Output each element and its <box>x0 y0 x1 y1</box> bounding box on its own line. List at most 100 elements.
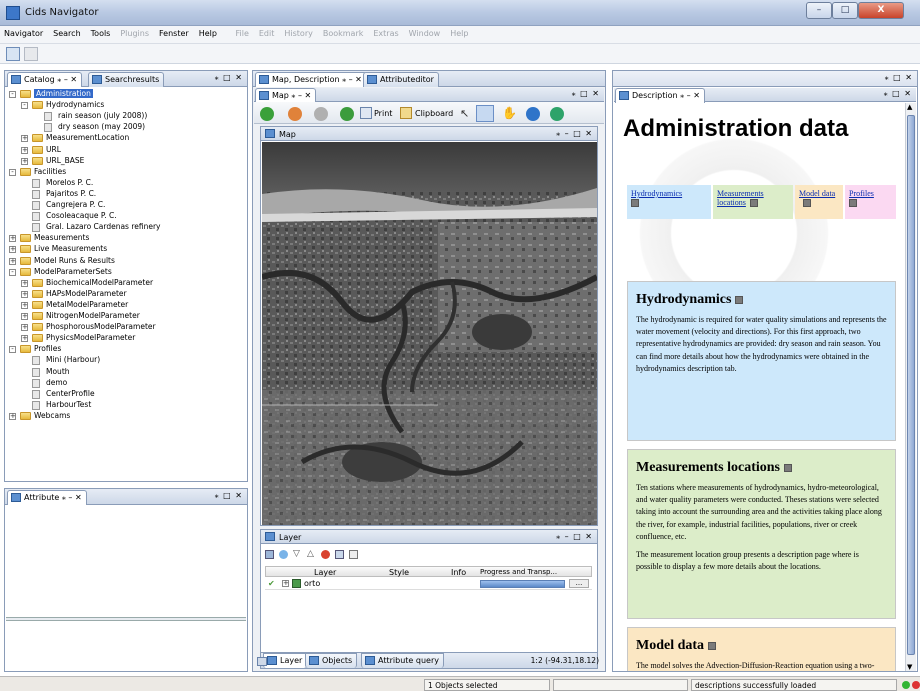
description-scrollbar[interactable]: ▲ ▼ <box>905 103 916 671</box>
layer-progress-bar[interactable] <box>480 580 565 588</box>
zoom-icon[interactable] <box>476 105 494 122</box>
tab-catalog[interactable]: Catalog ⁎ – ✕ <box>7 72 83 87</box>
refresh-icon[interactable] <box>340 107 354 121</box>
menu-help[interactable]: Help <box>194 26 222 38</box>
nav-profiles[interactable]: Profiles <box>845 185 896 219</box>
tab-layer[interactable]: Layer <box>263 653 308 668</box>
menu-edit: Edit <box>258 29 275 38</box>
menu-tools[interactable]: Tools <box>86 26 116 38</box>
col-progress[interactable]: Progress and Transp... <box>480 568 557 576</box>
menu-search[interactable]: Search <box>48 26 85 38</box>
object-icon <box>32 378 40 388</box>
tab-description[interactable]: Description ⁎ – ✕ <box>615 88 705 103</box>
expand-icon[interactable]: + <box>21 335 28 343</box>
description-tab-controls[interactable]: ⁎ □ ✕ <box>884 89 912 98</box>
attribute-splitter[interactable] <box>6 617 246 621</box>
nav-measurements-locations[interactable]: Measurements locations <box>713 185 793 219</box>
tab-objects[interactable]: Objects <box>305 653 358 668</box>
folder-icon <box>20 234 31 243</box>
layer-type-icon <box>292 579 301 588</box>
collapse-icon[interactable]: - <box>9 346 16 354</box>
tab-map[interactable]: Map ⁎ – ✕ <box>255 88 317 103</box>
remove-layer-icon[interactable] <box>321 550 330 559</box>
close-button[interactable]: X <box>858 2 904 19</box>
add-layer-icon[interactable] <box>265 550 274 559</box>
search-tool-icon[interactable] <box>24 47 38 61</box>
panel-controls[interactable]: ⁎ □ ✕ <box>215 73 243 82</box>
measure-icon[interactable] <box>550 107 564 121</box>
map-canvas[interactable] <box>262 142 597 525</box>
print-button[interactable]: Print <box>374 109 392 118</box>
attribute-panel-controls[interactable]: ⁎ □ ✕ <box>215 491 243 500</box>
col-layer[interactable]: Layer <box>314 568 336 577</box>
tree-node-label: MetalModelParameter <box>46 299 129 309</box>
move-down-icon[interactable]: ▽ <box>293 549 300 559</box>
collapse-icon[interactable]: - <box>21 102 28 110</box>
layer-visible-check-icon[interactable]: ✔ <box>268 579 275 588</box>
expand-icon[interactable]: + <box>21 279 28 287</box>
map-tab-controls[interactable]: ⁎ □ ✕ <box>572 89 600 98</box>
expand-icon[interactable]: + <box>21 146 28 154</box>
expand-icon[interactable]: + <box>21 135 28 143</box>
description-tab-icon <box>619 91 629 100</box>
description-outer-controls[interactable]: ⁎ □ ✕ <box>885 73 913 82</box>
tab-map-description[interactable]: Map, Description ⁎ – ✕ <box>255 72 367 87</box>
clipboard-button[interactable]: Clipboard <box>415 109 453 118</box>
map-toolbar: Print Clipboard ↖ ✋ <box>254 102 604 124</box>
info-icon[interactable] <box>526 107 540 121</box>
scroll-down-icon[interactable]: ▼ <box>907 663 912 671</box>
layer-save-icon[interactable] <box>335 550 344 559</box>
layer-row[interactable]: ✔ + orto ... <box>265 578 592 590</box>
scrollbar-thumb[interactable] <box>907 115 915 655</box>
tab-attributeditor[interactable]: Attributeditor <box>363 72 439 87</box>
tab-searchresults[interactable]: Searchresults <box>88 72 165 87</box>
layer-panel-controls[interactable]: ⁎ – □ ✕ <box>556 532 593 541</box>
nav-model-data[interactable]: Model data <box>795 185 843 219</box>
move-up-icon[interactable]: △ <box>307 549 314 559</box>
nav-hydrodynamics[interactable]: Hydrodynamics <box>627 185 711 219</box>
navigator-tool-icon[interactable] <box>6 47 20 61</box>
minimize-button[interactable]: – <box>806 2 832 19</box>
expand-icon[interactable]: + <box>9 412 16 420</box>
menu-plugins[interactable]: Plugins <box>115 26 154 38</box>
expand-icon[interactable]: + <box>21 324 28 332</box>
collapse-icon[interactable]: - <box>9 268 16 276</box>
folder-icon <box>20 345 31 354</box>
col-style[interactable]: Style <box>389 568 409 577</box>
expand-icon[interactable]: + <box>9 257 16 265</box>
tree-node-label: Webcams <box>34 410 71 420</box>
layer-expand-icon[interactable]: + <box>282 580 289 587</box>
clipboard-icon[interactable] <box>400 107 412 119</box>
add-wms-icon[interactable] <box>279 550 288 559</box>
collapse-icon[interactable]: - <box>9 168 16 176</box>
expand-icon[interactable]: + <box>21 290 28 298</box>
expand-icon[interactable]: + <box>21 313 28 320</box>
print-icon[interactable] <box>360 107 372 119</box>
layer-panel: Layer ⁎ – □ ✕ ▽ △ Layer Style Info Progr… <box>260 529 598 669</box>
pan-hand-icon[interactable]: ✋ <box>502 106 517 120</box>
tree-node-label: rain season (july 2008)) <box>58 111 148 121</box>
expand-icon[interactable]: + <box>9 246 16 254</box>
select-arrow-icon[interactable]: ↖ <box>460 107 469 120</box>
tab-attribute-query[interactable]: Attribute query <box>361 653 444 668</box>
maximize-button[interactable]: □ <box>832 2 858 19</box>
expand-icon[interactable]: + <box>21 157 28 165</box>
col-info[interactable]: Info <box>451 568 466 577</box>
layer-panel-header: Layer ⁎ – □ ✕ <box>261 530 597 544</box>
menu-navigator[interactable]: Navigator <box>0 26 48 38</box>
forward-icon[interactable] <box>314 107 328 121</box>
expand-icon[interactable]: + <box>9 235 16 243</box>
tab-attribute[interactable]: Attribute ⁎ – ✕ <box>7 490 87 505</box>
home-icon[interactable] <box>288 107 302 121</box>
tree-node-label: URL <box>46 144 61 154</box>
layer-more-button[interactable]: ... <box>569 579 589 588</box>
scroll-up-icon[interactable]: ▲ <box>907 103 912 111</box>
expand-icon[interactable]: + <box>21 301 28 309</box>
layer-properties-icon[interactable] <box>349 550 358 559</box>
back-icon[interactable] <box>260 107 274 121</box>
map-view-controls[interactable]: ⁎ – □ ✕ <box>556 129 593 138</box>
collapse-icon[interactable]: - <box>9 91 16 98</box>
status-message: descriptions successfully loaded <box>691 679 897 691</box>
menu-fenster[interactable]: Fenster <box>154 26 194 38</box>
section-measurements-icon <box>784 463 792 472</box>
